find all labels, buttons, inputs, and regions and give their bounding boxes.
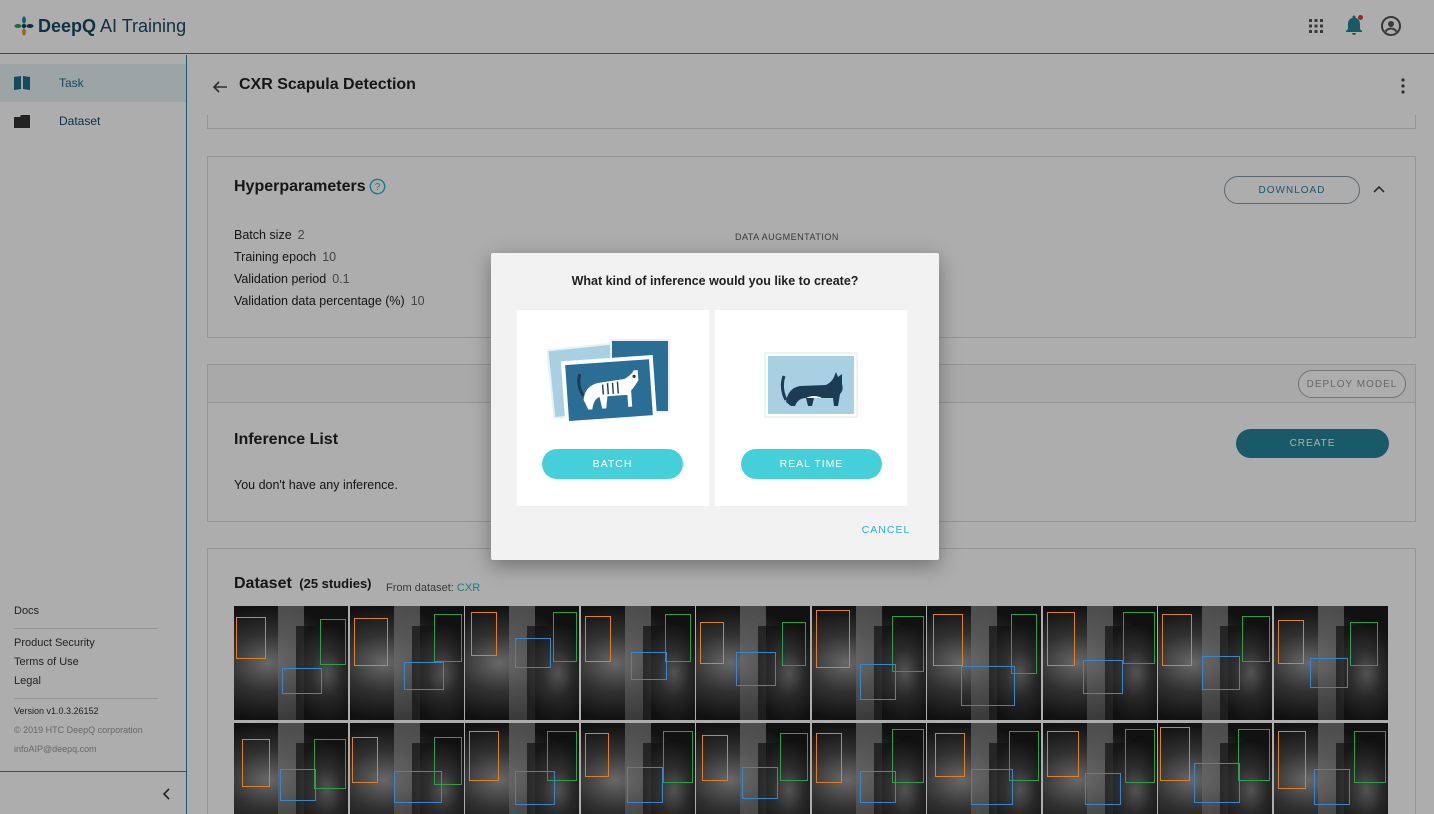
dialog-title: What kind of inference would you like to…	[571, 274, 859, 288]
cancel-button[interactable]: CANCEL	[851, 524, 921, 542]
realtime-button[interactable]: REAL TIME	[741, 449, 882, 479]
create-inference-dialog: What kind of inference would you like to…	[491, 253, 939, 560]
realtime-option-card[interactable]: REAL TIME	[715, 310, 907, 506]
batch-cat-xray-icon	[547, 339, 670, 426]
realtime-cat-icon	[764, 352, 858, 418]
batch-option-card[interactable]: BATCH	[517, 310, 709, 506]
batch-button[interactable]: BATCH	[542, 449, 683, 479]
